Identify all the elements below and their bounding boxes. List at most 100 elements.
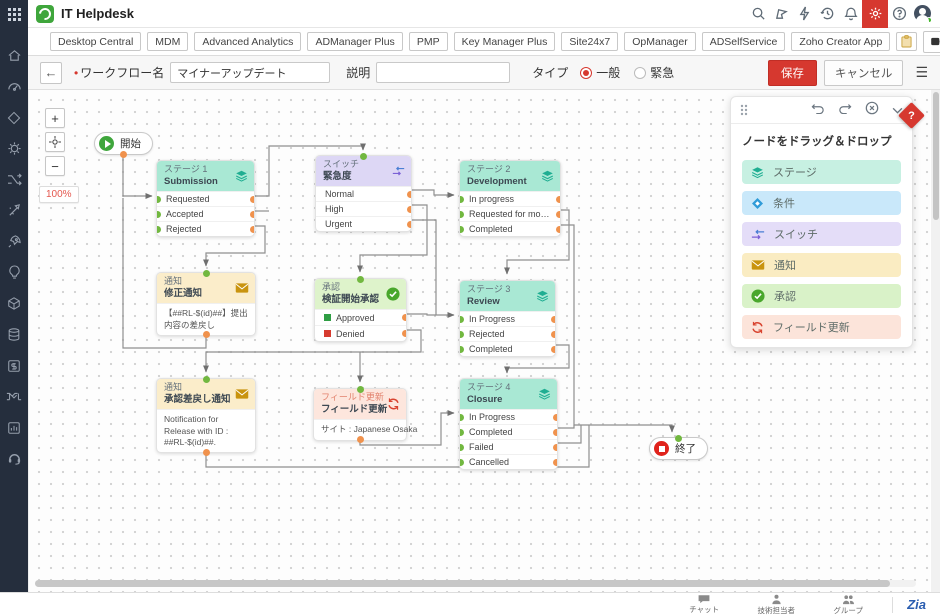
database-icon[interactable] [0,319,28,350]
redo-icon[interactable] [838,101,852,119]
save-button[interactable]: 保存 [768,60,817,86]
status-row[interactable]: Requested for more in... [460,206,560,221]
palette-item-stage[interactable]: ステージ [742,160,901,184]
case-row[interactable]: Urgent [316,216,411,231]
vertical-scrollbar[interactable] [931,90,940,592]
output-port[interactable] [203,449,210,456]
back-button[interactable]: ← [40,62,62,84]
drag-handle-icon[interactable] [740,104,748,116]
node-stage-2[interactable]: ステージ 2Development In progress Requested … [459,160,561,237]
status-row[interactable]: Accepted [157,206,254,221]
node-stage-4[interactable]: ステージ 4Closure In Progress Completed Fail… [459,378,558,470]
tab-key-manager-plus[interactable]: Key Manager Plus [454,32,556,51]
case-row[interactable]: Normal [316,186,411,201]
cancel-button[interactable]: キャンセル [824,60,904,86]
product-overview-button[interactable]: 製品概要 [923,31,940,53]
footer-group[interactable]: グループ [812,594,884,616]
help-ribbon[interactable]: ? [898,102,925,129]
help-icon[interactable] [888,0,911,28]
input-port[interactable] [357,386,364,393]
settings-gear-icon[interactable] [862,0,888,28]
clear-icon[interactable] [865,101,879,120]
status-row[interactable]: Completed [460,424,557,439]
input-port[interactable] [203,376,210,383]
tab-site24x7[interactable]: Site24x7 [561,32,618,51]
tab-pmp[interactable]: PMP [409,32,448,51]
tab-adselfservice[interactable]: ADSelfService [702,32,786,51]
status-row[interactable]: Completed [460,221,560,236]
palette-item-switch[interactable]: スイッチ [742,222,901,246]
shuffle-icon[interactable] [0,164,28,195]
palette-item-notify[interactable]: 通知 [742,253,901,277]
status-row[interactable]: In Progress [460,311,555,326]
workflow-name-input[interactable] [170,62,330,83]
type-radio-general[interactable]: 一般 [580,64,620,81]
palette-item-condition[interactable]: 条件 [742,191,901,215]
node-approval[interactable]: 承認検証開始承認 Approved Denied [314,278,407,342]
node-notify-correction[interactable]: 通知修正通知 【##RL-$(id)##】提出内容の差戻し [156,272,256,336]
input-port[interactable] [203,270,210,277]
tab-zoho-creator-app[interactable]: Zoho Creator App [791,32,890,51]
node-switch-urgency[interactable]: スイッチ緊急度 Normal High Urgent [315,155,412,232]
tab-opmanager[interactable]: OpManager [624,32,695,51]
status-row[interactable]: Failed [460,439,557,454]
status-row[interactable]: Completed [460,341,555,356]
idea-bulb-icon[interactable] [0,257,28,288]
node-notify-approval-return[interactable]: 通知承認差戻し通知 Notification for Release with … [156,378,256,453]
type-radio-urgent[interactable]: 緊急 [634,64,674,81]
billing-icon[interactable] [0,350,28,381]
app-launcher-grid-icon[interactable] [0,0,28,28]
tab-desktop-central[interactable]: Desktop Central [50,32,141,51]
palette-item-field-update[interactable]: フィールド更新 [742,315,901,339]
footer-technician[interactable]: 技術担当者 [740,594,812,616]
approval-row[interactable]: Approved [315,309,406,325]
palette-item-approval[interactable]: 承認 [742,284,901,308]
home-icon[interactable] [0,40,28,71]
tab-advanced-analytics[interactable]: Advanced Analytics [194,32,301,51]
zoom-out-button[interactable]: − [45,156,65,176]
automation-icon[interactable] [0,195,28,226]
node-field-update[interactable]: フィールド更新フィールド更新 サイト : Japanese Osaka [313,388,407,441]
whats-new-icon[interactable] [770,0,793,28]
start-node[interactable]: 開始 [94,132,153,155]
more-menu-icon[interactable]: ☰ [915,64,928,81]
tab-admanager-plus[interactable]: ADManager Plus [307,32,402,51]
node-stage-3[interactable]: ステージ 3Review In Progress Rejected Comple… [459,280,556,357]
tab-mdm[interactable]: MDM [147,32,188,51]
status-row[interactable]: In Progress [460,409,557,424]
input-port[interactable] [360,153,367,160]
status-row[interactable]: Rejected [157,221,254,236]
support-headset-icon[interactable] [0,443,28,474]
user-avatar[interactable] [911,0,934,28]
workflow-canvas[interactable]: + − 100% 開始 ステージ 1Submission Requested A… [28,90,930,592]
status-row[interactable]: Cancelled [460,454,557,469]
zia-logo[interactable]: Zia [907,597,926,612]
reports-chart-icon[interactable] [0,412,28,443]
horizontal-scrollbar[interactable] [35,580,916,587]
status-row[interactable]: Rejected [460,326,555,341]
history-icon[interactable] [816,0,839,28]
tag-icon[interactable] [0,102,28,133]
input-port[interactable] [675,435,682,442]
input-port[interactable] [357,276,364,283]
status-row[interactable]: Requested [157,191,254,206]
approval-row[interactable]: Denied [315,325,406,341]
output-port[interactable] [120,151,127,158]
shortcuts-icon[interactable] [793,0,816,28]
assets-cube-icon[interactable] [0,288,28,319]
node-stage-1[interactable]: ステージ 1Submission Requested Accepted Reje… [156,160,255,237]
description-input[interactable] [376,62,510,83]
clipboard-icon[interactable] [896,32,917,51]
bug-icon[interactable] [0,133,28,164]
rocket-icon[interactable] [0,226,28,257]
fit-view-button[interactable] [45,132,65,152]
contracts-handshake-icon[interactable] [0,381,28,412]
dashboard-icon[interactable] [0,71,28,102]
search-icon[interactable] [747,0,770,28]
footer-chat[interactable]: チャット [668,594,740,615]
notifications-bell-icon[interactable] [839,0,862,28]
status-row[interactable]: In progress [460,191,560,206]
undo-icon[interactable] [811,101,825,119]
zoom-in-button[interactable]: + [45,108,65,128]
output-port[interactable] [357,436,364,443]
